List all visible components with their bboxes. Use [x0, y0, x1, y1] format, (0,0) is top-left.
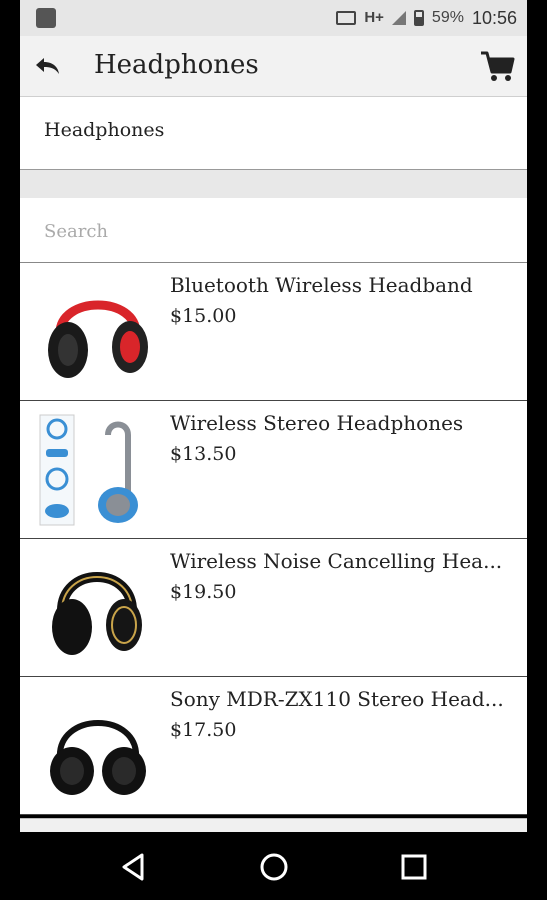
app-bar: Headphones: [20, 36, 527, 97]
notification-icon: [36, 8, 56, 28]
product-price: $15.00: [170, 305, 237, 327]
product-item[interactable]: Bluetooth Wireless Headband $15.00: [20, 263, 527, 401]
product-image: [39, 414, 138, 526]
product-price: $13.50: [170, 443, 237, 465]
product-item[interactable]: Wireless Noise Cancelling Hea... $19.50: [20, 539, 527, 677]
product-item[interactable]: Wireless Stereo Headphones $13.50: [20, 401, 527, 539]
recents-icon[interactable]: [397, 850, 431, 884]
category-header: Headphones: [20, 97, 527, 170]
cart-icon[interactable]: [479, 48, 515, 84]
page-title: Headphones: [94, 50, 259, 80]
product-name: Bluetooth Wireless Headband: [170, 273, 473, 297]
product-image: [52, 572, 142, 655]
product-list: Bluetooth Wireless Headband $15.00 Wirel…: [20, 263, 527, 815]
list-end-divider: [20, 818, 527, 833]
product-name: Wireless Noise Cancelling Hea...: [170, 549, 503, 573]
back-arrow-icon[interactable]: [32, 50, 64, 82]
signal-icon: [391, 11, 406, 25]
category-label: Headphones: [44, 119, 165, 141]
battery-percent: 59%: [431, 9, 464, 26]
product-image: [50, 720, 146, 795]
back-icon[interactable]: [116, 850, 150, 884]
status-indicators: H+ 59% 10:56: [336, 0, 517, 36]
search-bar: [20, 198, 527, 263]
home-icon[interactable]: [257, 850, 291, 884]
status-bar: H+ 59% 10:56: [20, 0, 527, 36]
product-name: Sony MDR-ZX110 Stereo Head...: [170, 687, 504, 711]
cast-icon: [336, 11, 357, 25]
section-divider: [20, 170, 527, 198]
product-item[interactable]: Sony MDR-ZX110 Stereo Head... $17.50: [20, 677, 527, 815]
system-nav-bar: [0, 832, 547, 900]
network-type-icon: H+: [364, 9, 384, 26]
clock: 10:56: [471, 7, 517, 28]
product-price: $19.50: [170, 581, 237, 603]
product-name: Wireless Stereo Headphones: [170, 411, 464, 435]
product-price: $17.50: [170, 719, 237, 741]
search-input[interactable]: [42, 214, 506, 248]
product-image: [48, 300, 148, 378]
battery-icon: [413, 10, 424, 26]
